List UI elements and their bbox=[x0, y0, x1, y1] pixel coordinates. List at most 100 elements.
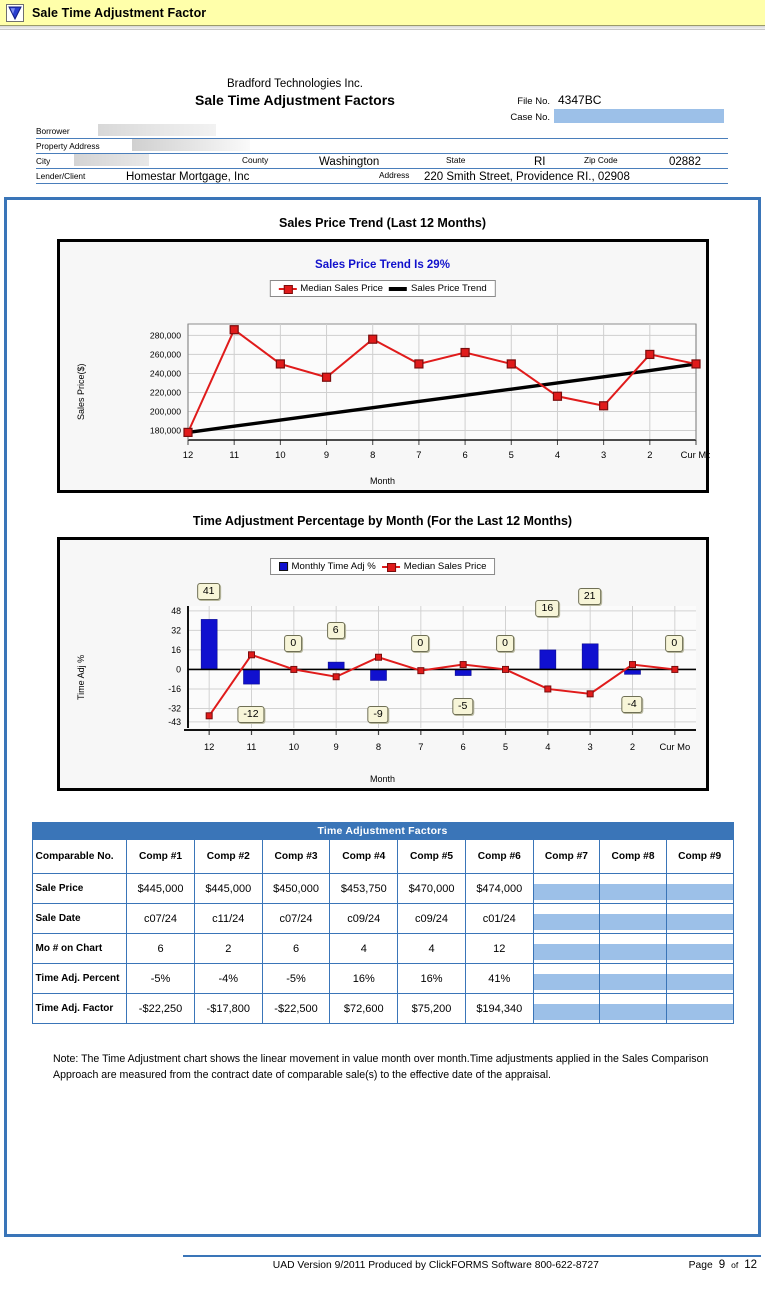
blue-triangle-icon[interactable] bbox=[6, 3, 24, 22]
page-indicator: Page 9 of 12 bbox=[689, 1259, 761, 1271]
table-cell-r2-c8[interactable] bbox=[665, 933, 734, 964]
table-cell-r0-c0[interactable]: $445,000 bbox=[126, 873, 195, 904]
empty-field-fill[interactable] bbox=[600, 1004, 666, 1020]
table-cell-r3-c7[interactable] bbox=[599, 963, 667, 994]
table-cell-r4-c0[interactable]: -$22,250 bbox=[126, 993, 195, 1024]
table-cell-r0-c5[interactable]: $474,000 bbox=[464, 873, 534, 904]
table-cell-r0-c2[interactable]: $450,000 bbox=[261, 873, 331, 904]
case-no-label: Case No. bbox=[510, 112, 550, 123]
table-cell-r0-c3[interactable]: $453,750 bbox=[329, 873, 399, 904]
table-cell-r4-c5[interactable]: $194,340 bbox=[464, 993, 534, 1024]
empty-field-fill[interactable] bbox=[600, 884, 666, 900]
table-cell-r1-c7[interactable] bbox=[599, 903, 667, 934]
empty-field-fill[interactable] bbox=[666, 1004, 733, 1020]
table-cell-r2-c0[interactable]: 6 bbox=[126, 933, 195, 964]
empty-field-fill[interactable] bbox=[600, 914, 666, 930]
svg-text:Cur Mo: Cur Mo bbox=[659, 741, 690, 752]
table-cell-r3-c5[interactable]: 41% bbox=[464, 963, 534, 994]
svg-text:9: 9 bbox=[333, 741, 338, 752]
empty-field-fill[interactable] bbox=[533, 944, 600, 960]
svg-text:200,000: 200,000 bbox=[149, 407, 180, 417]
empty-field-fill[interactable] bbox=[533, 884, 600, 900]
svg-text:8: 8 bbox=[370, 449, 375, 460]
table-cell-r4-c4[interactable]: $75,200 bbox=[397, 993, 466, 1024]
table-cell-r3-c2[interactable]: -5% bbox=[261, 963, 331, 994]
table-cell-r1-c1[interactable]: c11/24 bbox=[193, 903, 263, 934]
empty-field-fill[interactable] bbox=[666, 884, 733, 900]
table-cell-r4-c3[interactable]: $72,600 bbox=[329, 993, 399, 1024]
table-cell-r2-c5[interactable]: 12 bbox=[464, 933, 534, 964]
county-value[interactable]: Washington bbox=[311, 156, 385, 168]
table-cell-r4-c2[interactable]: -$22,500 bbox=[261, 993, 331, 1024]
table-cell-r1-c3[interactable]: c09/24 bbox=[329, 903, 399, 934]
bar-value-callout-8: 16 bbox=[535, 599, 560, 617]
table-cell-r2-c6[interactable] bbox=[532, 933, 601, 964]
address-label: Address bbox=[379, 170, 410, 180]
empty-field-fill[interactable] bbox=[666, 914, 733, 930]
empty-field-fill[interactable] bbox=[533, 914, 600, 930]
table-cell-r0-c6[interactable] bbox=[532, 873, 601, 904]
svg-text:32: 32 bbox=[171, 626, 181, 636]
table-cell-r1-c4[interactable]: c09/24 bbox=[397, 903, 466, 934]
svg-text:10: 10 bbox=[288, 741, 298, 752]
table-cell-r0-c4[interactable]: $470,000 bbox=[397, 873, 466, 904]
table-col-header-1: Comp #1 bbox=[126, 839, 195, 874]
zip-value[interactable]: 02882 bbox=[661, 156, 707, 168]
table-cell-r3-c3[interactable]: 16% bbox=[329, 963, 399, 994]
table-cell-r3-c1[interactable]: -4% bbox=[193, 963, 263, 994]
svg-text:-43: -43 bbox=[168, 717, 181, 727]
bar-value-callout-0: 41 bbox=[196, 583, 221, 601]
county-label: County bbox=[242, 155, 269, 165]
city-value-redacted[interactable] bbox=[74, 154, 149, 166]
borrower-value-redacted[interactable] bbox=[98, 124, 216, 136]
file-no-value[interactable]: 4347BC bbox=[554, 94, 601, 107]
property-address-value-redacted[interactable] bbox=[132, 139, 250, 151]
empty-field-fill[interactable] bbox=[600, 944, 666, 960]
table-cell-r2-c1[interactable]: 2 bbox=[193, 933, 263, 964]
table-cell-r4-c1[interactable]: -$17,800 bbox=[193, 993, 263, 1024]
table-cell-r3-c4[interactable]: 16% bbox=[397, 963, 466, 994]
company-name: Bradford Technologies Inc. bbox=[227, 78, 363, 90]
state-value[interactable]: RI bbox=[526, 156, 552, 168]
table-cell-r2-c4[interactable]: 4 bbox=[397, 933, 466, 964]
empty-field-fill[interactable] bbox=[600, 974, 666, 990]
bar-value-callout-5: 0 bbox=[411, 635, 430, 653]
table-row: Sale Date c07/24 c11/24 c07/24 c09/24 c09/24 c… bbox=[31, 903, 734, 934]
table-cell-r2-c7[interactable] bbox=[599, 933, 667, 964]
table-cell-r3-c8[interactable] bbox=[665, 963, 734, 994]
svg-text:7: 7 bbox=[416, 449, 421, 460]
empty-field-fill[interactable] bbox=[533, 1004, 600, 1020]
time-adjustment-factors-table-wrap: Time Adjustment Factors Comparable No. Co… bbox=[31, 822, 734, 1024]
svg-text:3: 3 bbox=[601, 449, 606, 460]
table-cell-r2-c2[interactable]: 6 bbox=[261, 933, 331, 964]
table-cell-r1-c5[interactable]: c01/24 bbox=[464, 903, 534, 934]
table-cell-r0-c7[interactable] bbox=[599, 873, 667, 904]
content-panel: Sales Price Trend (Last 12 Months) Sales… bbox=[4, 197, 761, 1237]
svg-text:12: 12 bbox=[203, 741, 213, 752]
table-row: Mo # on Chart 6 2 6 4 4 12 bbox=[31, 933, 734, 964]
table-cell-r0-c1[interactable]: $445,000 bbox=[193, 873, 263, 904]
table-cell-r0-c8[interactable] bbox=[665, 873, 734, 904]
empty-field-fill[interactable] bbox=[666, 974, 733, 990]
address-value[interactable]: 220 Smith Street, Providence RI., 02908 bbox=[416, 171, 636, 183]
table-cell-r3-c0[interactable]: -5% bbox=[126, 963, 195, 994]
chart-2-title: Time Adjustment Percentage by Month (For… bbox=[192, 514, 573, 528]
table-cell-r2-c3[interactable]: 4 bbox=[329, 933, 399, 964]
svg-text:2: 2 bbox=[629, 741, 634, 752]
table-row-label: Sale Date bbox=[31, 903, 128, 934]
sales-price-trend-chart: Sales Price Trend Is 29% Median Sales Pr… bbox=[54, 237, 711, 495]
empty-field-fill[interactable] bbox=[533, 974, 600, 990]
table-cell-r3-c6[interactable] bbox=[532, 963, 601, 994]
lender-value[interactable]: Homestar Mortgage, Inc bbox=[118, 171, 255, 183]
table-cell-r1-c2[interactable]: c07/24 bbox=[261, 903, 331, 934]
case-no-field[interactable] bbox=[554, 109, 724, 123]
table-cell-r1-c8[interactable] bbox=[665, 903, 734, 934]
table-cell-r4-c8[interactable] bbox=[665, 993, 734, 1024]
table-cell-r4-c7[interactable] bbox=[599, 993, 667, 1024]
table-cell-r4-c6[interactable] bbox=[532, 993, 601, 1024]
time-adjustment-factors-table: Time Adjustment Factors Comparable No. Co… bbox=[31, 822, 734, 1024]
table-cell-r1-c0[interactable]: c07/24 bbox=[126, 903, 195, 934]
table-cell-r1-c6[interactable] bbox=[532, 903, 601, 934]
svg-text:2: 2 bbox=[647, 449, 652, 460]
empty-field-fill[interactable] bbox=[666, 944, 733, 960]
